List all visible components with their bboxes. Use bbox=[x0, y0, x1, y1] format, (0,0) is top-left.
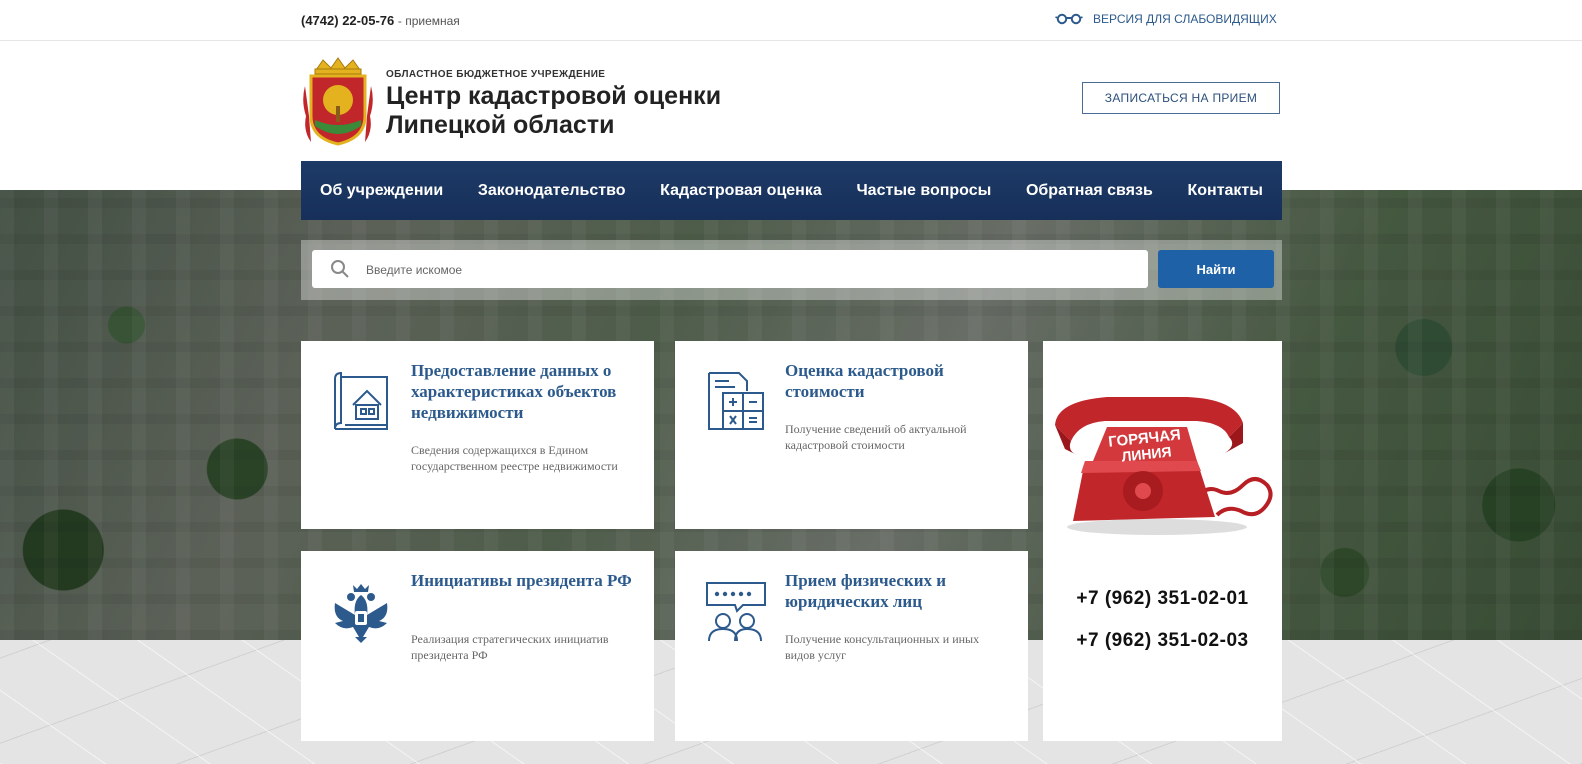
low-vision-label: ВЕРСИЯ ДЛЯ СЛАБОВИДЯЩИХ bbox=[1093, 12, 1277, 26]
search-icon bbox=[331, 260, 349, 278]
reception-phone-number: (4742) 22-05-76 bbox=[301, 13, 395, 28]
card-president-initiatives[interactable]: Инициативы президента РФ Реализация стра… bbox=[301, 551, 654, 741]
card-property-data[interactable]: Предоставление данных о характеристиках … bbox=[301, 341, 654, 529]
consultation-people-icon bbox=[706, 582, 766, 642]
hotline-phone-1[interactable]: +7 (962) 351-02-01 bbox=[1043, 588, 1282, 610]
reception-phone-note: - приемная bbox=[397, 14, 460, 28]
card-description: Сведения содержащихся в Едином государст… bbox=[411, 443, 618, 473]
nav-item-contacts[interactable]: Контакты bbox=[1187, 182, 1262, 200]
glasses-icon bbox=[1055, 13, 1083, 25]
reception-phone: (4742) 22-05-76 - приемная bbox=[301, 13, 460, 28]
nav-item-faq[interactable]: Частые вопросы bbox=[856, 182, 991, 200]
top-bar: (4742) 22-05-76 - приемная ВЕРСИЯ ДЛЯ СЛ… bbox=[0, 0, 1582, 41]
low-vision-version-link[interactable]: ВЕРСИЯ ДЛЯ СЛАБОВИДЯЩИХ bbox=[1055, 12, 1277, 26]
hotline-card: ГОРЯЧАЯ ЛИНИЯ +7 (962) 351-02-01 +7 (962… bbox=[1043, 341, 1282, 741]
nav-item-about[interactable]: Об учреждении bbox=[320, 182, 443, 200]
main-nav: Об учреждении Законодательство Кадастров… bbox=[301, 161, 1282, 220]
card-title: Оценка кадастровой стоимости bbox=[785, 361, 944, 401]
search-bar: Найти bbox=[301, 240, 1282, 300]
appointment-button[interactable]: ЗАПИСАТЬСЯ НА ПРИЕМ bbox=[1082, 82, 1280, 114]
red-telephone-icon[interactable]: ГОРЯЧАЯ ЛИНИЯ bbox=[1047, 387, 1279, 537]
search-box bbox=[312, 250, 1148, 290]
card-reception[interactable]: Прием физических и юридических лиц Получ… bbox=[675, 551, 1028, 741]
calculator-document-icon bbox=[708, 372, 764, 430]
card-description: Получение сведений об актуальной кадастр… bbox=[785, 422, 967, 452]
search-button[interactable]: Найти bbox=[1158, 250, 1274, 288]
org-title-line2: Липецкой области bbox=[386, 111, 615, 139]
card-cadastral-value[interactable]: Оценка кадастровой стоимости Получение с… bbox=[675, 341, 1028, 529]
property-plan-icon bbox=[334, 371, 388, 430]
card-description: Получение консультационных и иных видов … bbox=[785, 632, 980, 662]
nav-item-cadastral-valuation[interactable]: Кадастровая оценка bbox=[660, 182, 822, 200]
org-title-line1: Центр кадастровой оценки bbox=[386, 82, 722, 110]
nav-item-feedback[interactable]: Обратная связь bbox=[1026, 182, 1153, 200]
org-subtitle: ОБЛАСТНОЕ БЮДЖЕТНОЕ УЧРЕЖДЕНИЕ bbox=[386, 69, 606, 80]
org-title[interactable]: Центр кадастровой оценки Липецкой област… bbox=[386, 82, 806, 140]
card-title: Предоставление данных о характеристиках … bbox=[411, 361, 617, 422]
card-title: Прием физических и юридических лиц bbox=[785, 571, 947, 611]
double-headed-eagle-icon bbox=[334, 584, 388, 643]
card-title: Инициативы президента РФ bbox=[411, 571, 632, 590]
hotline-phone-2[interactable]: +7 (962) 351-02-03 bbox=[1043, 630, 1282, 652]
search-input[interactable] bbox=[364, 250, 1138, 290]
coat-of-arms-icon[interactable] bbox=[301, 56, 375, 146]
nav-item-legislation[interactable]: Законодательство bbox=[478, 182, 626, 200]
card-description: Реализация стратегических инициатив през… bbox=[411, 632, 609, 662]
